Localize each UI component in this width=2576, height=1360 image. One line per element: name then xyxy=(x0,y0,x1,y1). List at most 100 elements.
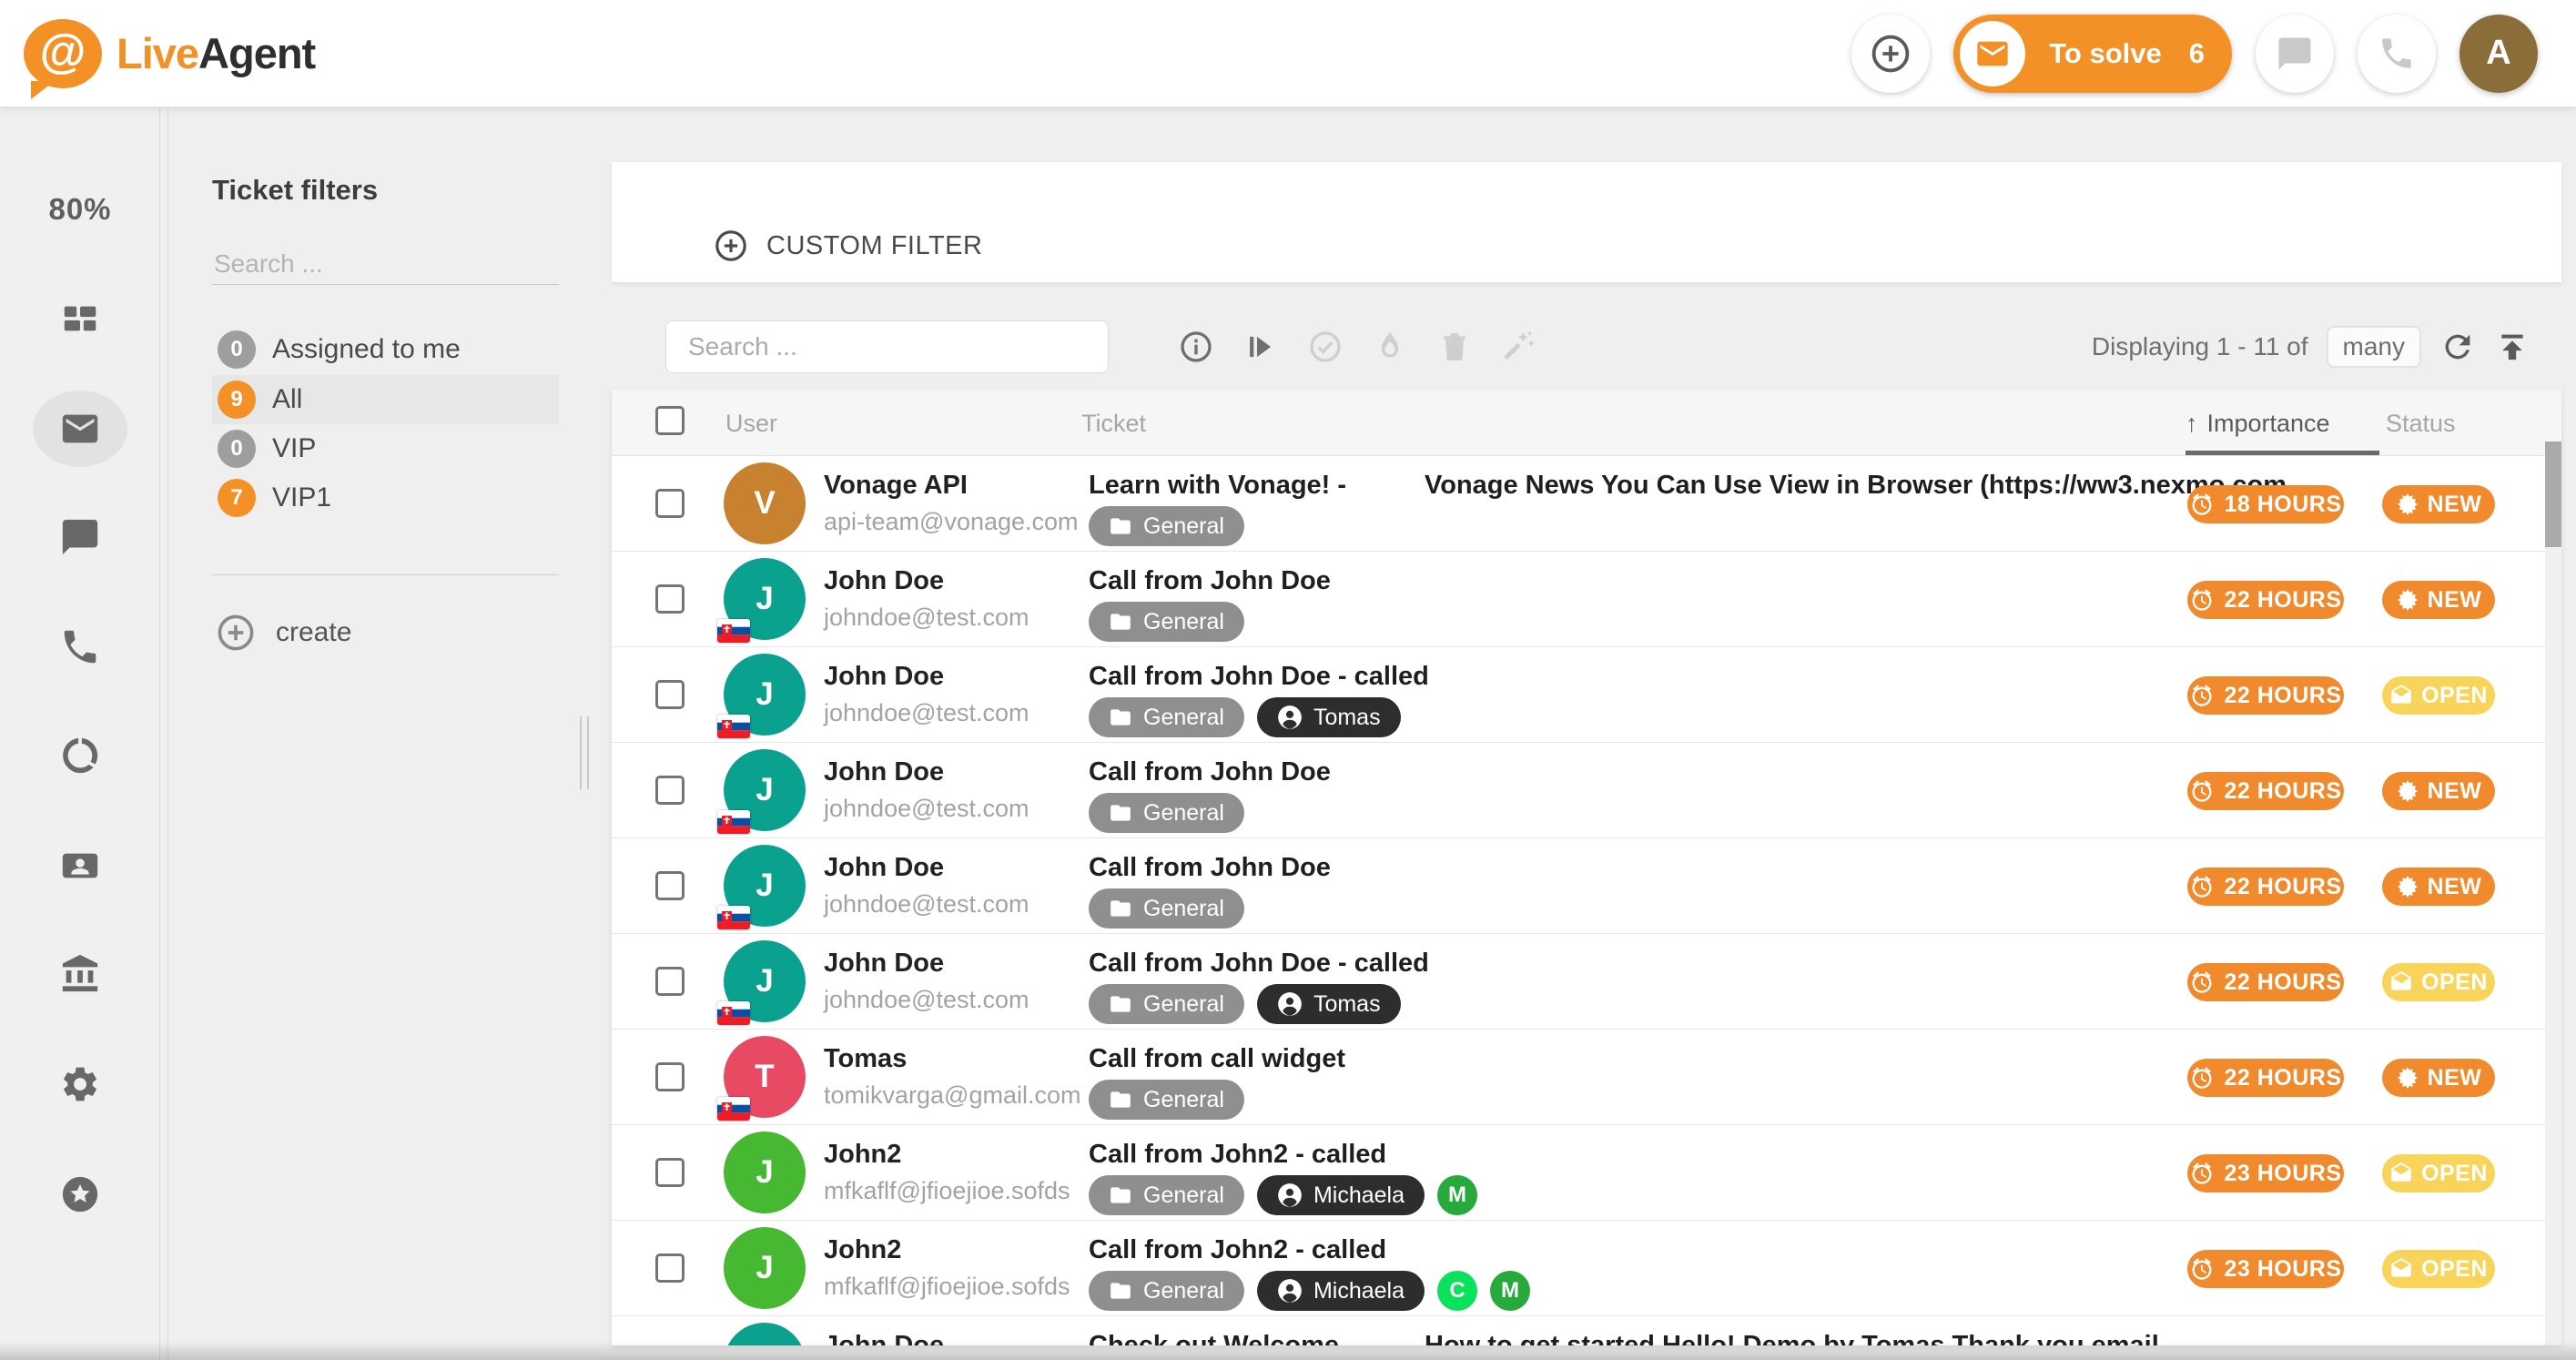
department-tag[interactable]: General xyxy=(1089,888,1244,929)
ticket-title[interactable]: Call from John Doe xyxy=(1089,566,1331,596)
row-checkbox[interactable] xyxy=(655,680,685,709)
ticket-title[interactable]: Call from John Doe xyxy=(1089,757,1331,787)
row-checkbox[interactable] xyxy=(655,776,685,805)
alarm-clock-icon xyxy=(2189,587,2215,613)
row-checkbox[interactable] xyxy=(655,1158,685,1187)
department-tag[interactable]: General xyxy=(1089,506,1244,546)
table-row[interactable]: J John2 mfkaflf@jfioejioe.sofds Call fro… xyxy=(612,1125,2561,1221)
department-tag[interactable]: General xyxy=(1089,602,1244,642)
row-checkbox[interactable] xyxy=(655,871,685,900)
tickets-envelope-icon xyxy=(59,408,101,450)
filter-item-vip[interactable]: 0 VIP xyxy=(212,424,559,473)
sidebar-item-contacts[interactable] xyxy=(0,820,160,911)
tag-list: General xyxy=(1089,602,1244,642)
profile-avatar[interactable]: A xyxy=(2459,15,2538,93)
filter-search-input[interactable] xyxy=(212,243,559,285)
sidebar-item-calls[interactable] xyxy=(0,602,160,693)
row-checkbox[interactable] xyxy=(655,1253,685,1283)
add-button[interactable] xyxy=(1851,15,1930,93)
agent-person-icon xyxy=(1277,705,1303,730)
filter-item-vip1[interactable]: 7 VIP1 xyxy=(212,473,559,523)
sidebar-item-premium[interactable] xyxy=(0,1149,160,1240)
count-badge: 0 xyxy=(218,330,256,369)
table-row[interactable]: V Vonage API api-team@vonage.com Learn w… xyxy=(612,456,2561,552)
department-tag[interactable]: General xyxy=(1089,1271,1244,1311)
scrollbar-thumb[interactable] xyxy=(2545,441,2561,547)
sidebar-item-chats[interactable] xyxy=(0,492,160,583)
department-tag[interactable]: General xyxy=(1089,1175,1244,1215)
row-checkbox[interactable] xyxy=(655,584,685,614)
info-icon[interactable] xyxy=(1178,329,1214,365)
ticket-title[interactable]: Call from John2 - called xyxy=(1089,1235,1386,1265)
sort-indicator xyxy=(2186,451,2379,455)
table-row[interactable]: J John Doe johndoe@test.com Call from Jo… xyxy=(612,838,2561,934)
open-envelope-icon xyxy=(2389,970,2413,994)
table-row[interactable]: J John Doe johndoe@test.com Call from Jo… xyxy=(612,647,2561,743)
contact-card-icon xyxy=(59,845,101,887)
column-user[interactable]: User xyxy=(725,410,777,438)
chats-button[interactable] xyxy=(2256,15,2334,93)
table-row[interactable]: J John Doe johndoe@test.com Call from Jo… xyxy=(612,743,2561,838)
table-row[interactable]: J John Doe johndoe@test.com Call from Jo… xyxy=(612,552,2561,647)
participant-badge[interactable]: M xyxy=(1437,1175,1477,1215)
divider xyxy=(212,574,559,575)
ticket-title[interactable]: Call from John Doe - called xyxy=(1089,662,1429,692)
refresh-icon[interactable] xyxy=(2439,329,2476,365)
department-tag[interactable]: General xyxy=(1089,984,1244,1024)
chat-icon xyxy=(2276,35,2314,73)
scroll-to-top-icon[interactable] xyxy=(2494,329,2530,365)
agent-tag[interactable]: Tomas xyxy=(1257,984,1401,1024)
sidebar-item-dashboard[interactable] xyxy=(0,273,160,364)
count-badge: 7 xyxy=(218,479,256,517)
column-ticket[interactable]: Ticket xyxy=(1081,410,1146,438)
agent-tag[interactable]: Michaela xyxy=(1257,1271,1425,1311)
sidebar-item-tickets[interactable] xyxy=(0,383,160,474)
ticket-title[interactable]: Call from John2 - called xyxy=(1089,1140,1386,1170)
resolve-check-icon[interactable] xyxy=(1307,329,1344,365)
folder-icon xyxy=(1109,801,1132,825)
slovakia-flag-icon xyxy=(717,619,750,643)
calls-button[interactable] xyxy=(2358,15,2436,93)
participant-badge[interactable]: C xyxy=(1437,1271,1477,1311)
row-checkbox[interactable] xyxy=(655,489,685,518)
select-all-checkbox[interactable] xyxy=(655,406,685,435)
department-tag[interactable]: General xyxy=(1089,793,1244,833)
ticket-title[interactable]: Call from call widget xyxy=(1089,1044,1345,1074)
agent-tag[interactable]: Tomas xyxy=(1257,697,1401,737)
sidebar-item-company[interactable] xyxy=(0,929,160,1020)
ticket-title[interactable]: Learn with Vonage! -Vonage News You Can … xyxy=(1089,471,1346,501)
table-scrollbar[interactable] xyxy=(2545,456,2561,1345)
resume-icon[interactable] xyxy=(1242,330,1279,364)
custom-filter-button[interactable]: CUSTOM FILTER xyxy=(714,209,982,282)
to-solve-button[interactable]: To solve 6 xyxy=(1953,15,2232,93)
participant-badge[interactable]: M xyxy=(1490,1271,1530,1311)
panel-title: Ticket filters xyxy=(212,174,378,207)
ticket-title[interactable]: Call from John Doe xyxy=(1089,853,1331,883)
delete-icon[interactable] xyxy=(1436,329,1473,365)
column-status[interactable]: Status xyxy=(2386,410,2456,438)
table-row[interactable]: J John2 mfkaflf@jfioejioe.sofds Call fro… xyxy=(612,1221,2561,1316)
flame-icon[interactable] xyxy=(1372,329,1408,365)
table-row[interactable]: J John Doe johndoe@test.com Call from Jo… xyxy=(612,934,2561,1030)
filter-item-all[interactable]: 9 All xyxy=(212,375,559,424)
row-checkbox[interactable] xyxy=(655,1062,685,1091)
status-badge: NEW xyxy=(2382,581,2495,619)
slovakia-flag-icon xyxy=(717,906,750,929)
table-row[interactable]: T Tomas tomikvarga@gmail.com Call from c… xyxy=(612,1030,2561,1125)
total-count-button[interactable]: many xyxy=(2327,326,2421,368)
agent-tag[interactable]: Michaela xyxy=(1257,1175,1425,1215)
column-importance[interactable]: ↑Importance xyxy=(2186,410,2330,438)
filter-item-assigned-to-me[interactable]: 0 Assigned to me xyxy=(212,325,559,374)
create-filter-button[interactable]: create xyxy=(216,609,351,656)
age-badge: 23 HOURS xyxy=(2187,1250,2344,1288)
department-tag[interactable]: General xyxy=(1089,697,1244,737)
magic-wand-icon[interactable] xyxy=(1501,329,1537,365)
alarm-clock-icon xyxy=(2189,683,2215,708)
sidebar-item-settings[interactable] xyxy=(0,1039,160,1130)
department-tag[interactable]: General xyxy=(1089,1080,1244,1120)
panel-resize-handle[interactable] xyxy=(580,716,589,789)
sidebar-item-reports[interactable] xyxy=(0,710,160,801)
row-checkbox[interactable] xyxy=(655,967,685,996)
ticket-title[interactable]: Call from John Doe - called xyxy=(1089,949,1429,979)
ticket-search-input[interactable] xyxy=(665,320,1109,373)
